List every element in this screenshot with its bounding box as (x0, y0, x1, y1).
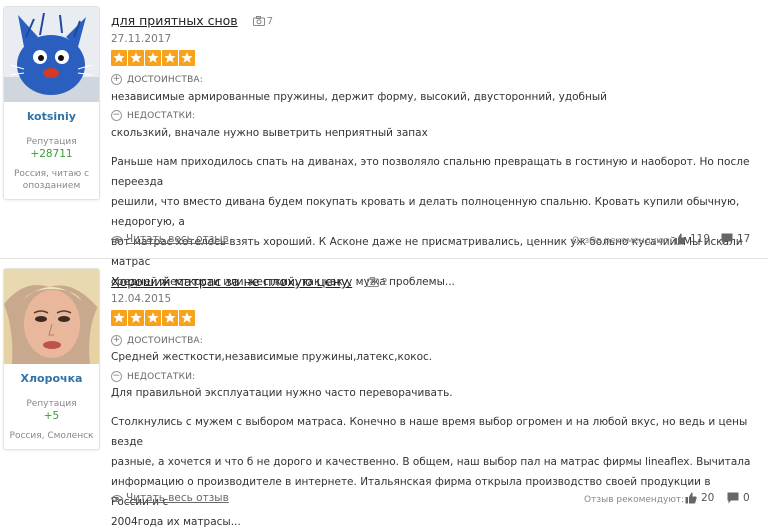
pros-text: независимые армированные пружины, держит… (111, 91, 608, 103)
read-full-review-link[interactable]: Читать весь отзыв (111, 233, 229, 245)
recommend-label: Отзыв рекомендуют: (572, 236, 673, 246)
author-card: kotsiniy Репутация +28711 Россия, читаю … (3, 6, 100, 200)
cons-label: НЕДОСТАТКИ: (127, 110, 196, 121)
star-icon (145, 50, 161, 66)
review-title[interactable]: для приятных снов (111, 13, 238, 28)
minus-icon: − (111, 371, 122, 382)
camera-icon (367, 277, 380, 287)
avatar[interactable] (4, 269, 99, 364)
star-icon (111, 310, 127, 326)
pros-text: Средней жесткости,независимые пружины,ла… (111, 351, 433, 363)
pros-label: ДОСТОИНСТВА: (127, 335, 204, 346)
reputation-value: +28711 (30, 148, 73, 160)
likes-counter[interactable]: 119 (674, 233, 710, 245)
review-title[interactable]: Хороший матрас за не плохую цену. (111, 274, 352, 289)
review-title-row: для приятных снов 7 (111, 10, 274, 28)
rating-stars (111, 310, 195, 326)
photo-count-value: 7 (266, 16, 274, 27)
cons-text: Для правильной эксплуатации нужно часто … (111, 387, 453, 399)
star-icon (162, 310, 178, 326)
star-icon (179, 310, 195, 326)
author-card: Хлорочка Репутация +5 Россия, Смоленск (3, 268, 100, 450)
thumbs-up-icon (685, 492, 697, 504)
rating-stars (111, 50, 195, 66)
plus-icon: + (111, 335, 122, 346)
eye-icon (111, 235, 123, 243)
eye-icon (111, 494, 123, 502)
read-full-review-label: Читать весь отзыв (126, 233, 229, 245)
photo-count[interactable]: 7 (252, 16, 274, 27)
photo-count[interactable]: 2 (367, 277, 388, 288)
likes-count: 20 (701, 492, 715, 504)
author-name[interactable]: kotsiniy (4, 110, 99, 123)
avatar[interactable] (4, 7, 99, 102)
author-name[interactable]: Хлорочка (4, 372, 99, 385)
review-title-row: Хороший матрас за не плохую цену. 2 (111, 271, 388, 289)
review-body-line: 2004года их матрасы... (111, 516, 241, 528)
star-icon (145, 310, 161, 326)
star-icon (162, 50, 178, 66)
reputation-label: Репутация (26, 137, 77, 147)
thumbs-up-icon (674, 233, 686, 245)
pros-heading: + ДОСТОИНСТВА: (111, 74, 203, 85)
comments-count: 0 (743, 492, 750, 504)
comments-counter[interactable]: 17 (721, 233, 750, 245)
review-date: 12.04.2015 (111, 293, 172, 305)
likes-counter[interactable]: 20 (685, 492, 714, 504)
comment-icon (727, 492, 739, 504)
cons-heading: − НЕДОСТАТКИ: (111, 110, 195, 121)
cons-text: скользкий, вначале нужно выветрить непри… (111, 127, 428, 139)
reputation-label: Репутация (26, 399, 77, 409)
review-body-line: Раньше нам приходилось спать на диванах,… (111, 156, 750, 188)
star-icon (179, 50, 195, 66)
reputation-value: +5 (43, 410, 60, 422)
recommend-label: Отзыв рекомендуют: (584, 495, 685, 505)
star-icon (111, 50, 127, 66)
review-card: kotsiniy Репутация +28711 Россия, читаю … (0, 0, 768, 288)
read-full-review-label: Читать весь отзыв (126, 492, 229, 504)
likes-count: 119 (690, 233, 711, 245)
review-date: 27.11.2017 (111, 33, 172, 45)
cons-heading: − НЕДОСТАТКИ: (111, 371, 195, 382)
minus-icon: − (111, 110, 122, 121)
star-icon (128, 310, 144, 326)
pros-heading: + ДОСТОИНСТВА: (111, 335, 203, 346)
camera-icon (252, 16, 265, 26)
comments-counter[interactable]: 0 (727, 492, 750, 504)
author-location: Россия, Смоленск (9, 431, 94, 441)
review-body-line: Столкнулись с мужем с выбором матраса. К… (111, 416, 748, 448)
review-body-line: разные, а хочется и что б не дорого и ка… (111, 456, 751, 468)
read-full-review-link[interactable]: Читать весь отзыв (111, 492, 229, 504)
comment-icon (721, 233, 733, 245)
comments-count: 17 (737, 233, 751, 245)
photo-count-value: 2 (381, 277, 388, 288)
review-body-line: решили, что вместо дивана будем покупать… (111, 196, 740, 228)
review-card: Хлорочка Репутация +5 Россия, Смоленск Х… (0, 262, 768, 528)
review-body: Столкнулись с мужем с выбором матраса. К… (111, 412, 751, 532)
review-divider (0, 258, 768, 259)
author-location: Россия, читаю с опозданием (13, 169, 90, 191)
cons-label: НЕДОСТАТКИ: (127, 371, 196, 382)
plus-icon: + (111, 74, 122, 85)
pros-label: ДОСТОИНСТВА: (127, 74, 204, 85)
star-icon (128, 50, 144, 66)
